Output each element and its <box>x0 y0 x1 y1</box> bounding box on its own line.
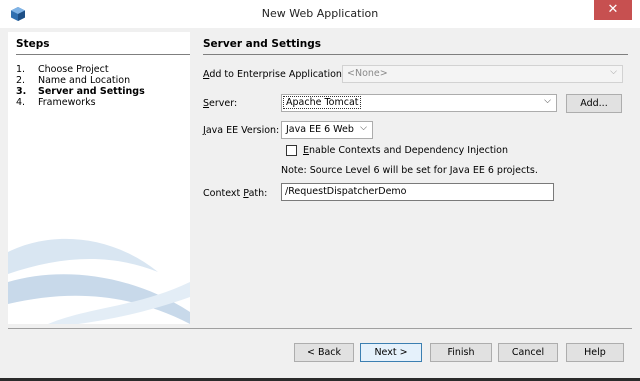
button-bar-divider <box>8 328 632 329</box>
steps-divider <box>16 54 190 55</box>
cdi-checkbox-label[interactable]: Enable Contexts and Dependency Injection <box>303 145 508 156</box>
close-icon: ✕ <box>607 2 619 17</box>
step-item: 1. Choose Project <box>16 64 145 75</box>
select-value: <None> <box>347 68 388 79</box>
step-item: 2. Name and Location <box>16 75 145 86</box>
label-text: ava EE Version: <box>205 125 280 136</box>
section-title: Server and Settings <box>203 38 321 50</box>
step-item-current: 3. Server and Settings <box>16 86 145 97</box>
context-path-label: Context Path: <box>203 188 267 199</box>
window-title: New Web Application <box>261 7 379 20</box>
context-path-input[interactable]: /RequestDispatcherDemo <box>281 183 554 201</box>
step-label: Server and Settings <box>38 86 145 97</box>
label-text: erver: <box>209 98 238 109</box>
select-value: Java EE 6 Web <box>286 124 354 135</box>
button-label: Cancel <box>511 347 545 358</box>
cdi-checkbox[interactable] <box>286 145 297 156</box>
finish-button[interactable]: Finish <box>430 343 492 362</box>
server-select[interactable]: Apache Tomcat ⌵ <box>281 94 557 112</box>
back-button[interactable]: < Back <box>294 343 354 362</box>
settings-panel: Server and Settings Add to Enterprise Ap… <box>196 32 632 324</box>
enterprise-app-select[interactable]: <None> ⌵ <box>342 65 623 83</box>
wizard-swoosh-graphic <box>8 238 190 324</box>
label-text: nable Contexts and Dependency Injection <box>309 145 509 156</box>
new-web-application-dialog: New Web Application ✕ Steps 1. Choose Pro… <box>0 0 640 381</box>
step-label: Name and Location <box>38 75 131 86</box>
button-label: Help <box>584 347 606 358</box>
label-text: dd to Enterprise Application: <box>209 69 346 80</box>
step-item: 4. Frameworks <box>16 97 145 108</box>
chevron-down-icon: ⌵ <box>544 96 551 106</box>
step-number: 1. <box>16 64 26 75</box>
help-button[interactable]: Help <box>566 343 624 362</box>
source-level-note: Note: Source Level 6 will be set for Jav… <box>281 165 538 176</box>
button-label: Add... <box>580 98 608 109</box>
step-number: 3. <box>16 86 27 97</box>
close-button[interactable]: ✕ <box>594 0 632 20</box>
button-label: Next > <box>374 347 408 358</box>
add-server-button[interactable]: Add... <box>566 94 622 113</box>
chevron-down-icon: ⌵ <box>610 67 617 77</box>
chevron-down-icon: ⌵ <box>360 123 367 133</box>
server-label: Server: <box>203 98 237 109</box>
steps-title: Steps <box>16 38 50 50</box>
step-number: 4. <box>16 97 26 108</box>
title-bar[interactable]: New Web Application ✕ <box>0 0 640 28</box>
button-label: Finish <box>447 347 475 358</box>
enterprise-app-label: Add to Enterprise Application: <box>203 69 345 80</box>
steps-panel: Steps 1. Choose Project 2. Name and Locati… <box>8 32 190 324</box>
cancel-button[interactable]: Cancel <box>498 343 558 362</box>
select-value: Apache Tomcat <box>282 96 362 109</box>
button-label: < Back <box>306 347 342 358</box>
step-number: 2. <box>16 75 26 86</box>
step-label: Choose Project <box>38 64 109 75</box>
input-value: /RequestDispatcherDemo <box>285 186 407 197</box>
next-button[interactable]: Next > <box>360 343 422 362</box>
java-ee-version-label: Java EE Version: <box>203 125 279 136</box>
section-divider <box>203 54 628 55</box>
label-text: Context <box>203 188 244 199</box>
label-text: ath: <box>248 188 268 199</box>
step-label: Frameworks <box>38 97 96 108</box>
java-ee-version-select[interactable]: Java EE 6 Web ⌵ <box>281 121 373 139</box>
steps-list: 1. Choose Project 2. Name and Location 3. S… <box>16 64 145 108</box>
